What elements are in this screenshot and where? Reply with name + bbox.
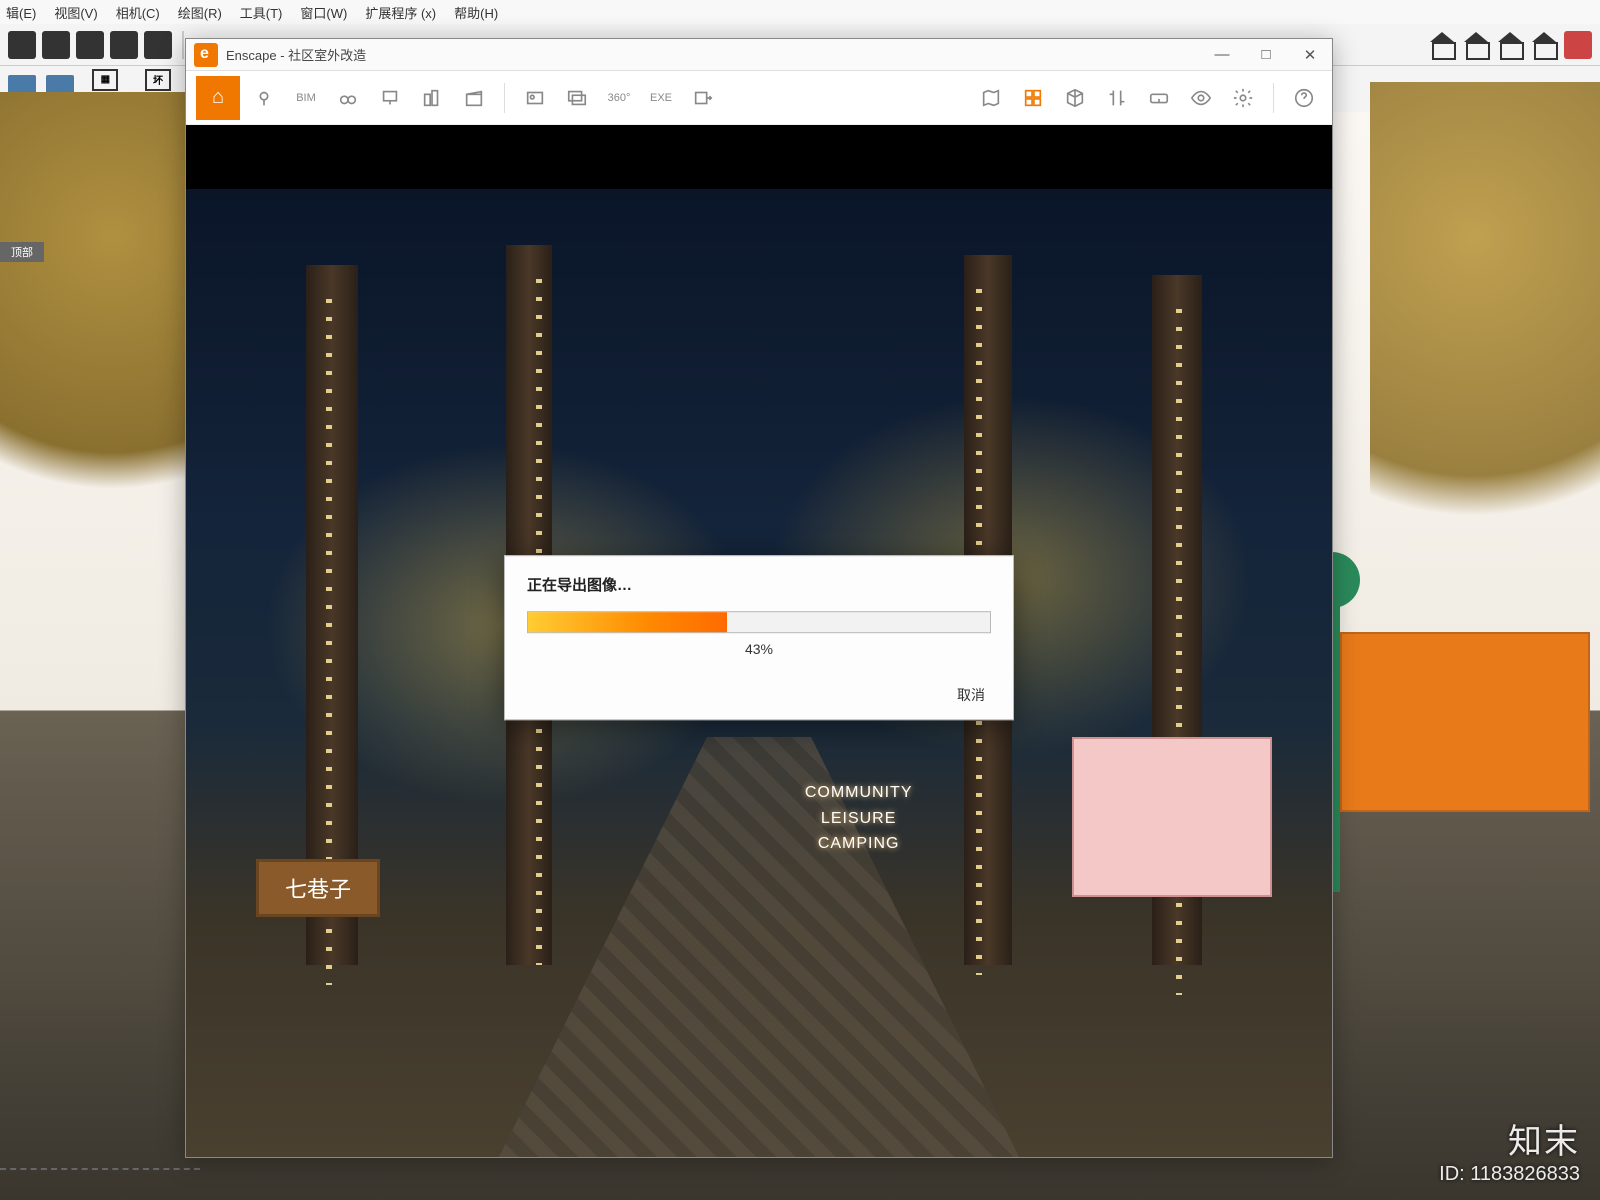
help-icon[interactable] bbox=[1286, 80, 1322, 116]
asset-library-icon[interactable] bbox=[1015, 80, 1051, 116]
exe-export-button[interactable]: EXE bbox=[643, 80, 679, 116]
sign-line: CAMPING bbox=[805, 831, 913, 857]
progress-bar bbox=[527, 611, 991, 633]
menu-help[interactable]: 帮助(H) bbox=[454, 3, 498, 22]
export-progress-dialog: 正在导出图像… 43% 取消 bbox=[504, 555, 1014, 720]
house-icon[interactable] bbox=[1496, 34, 1524, 56]
window-controls: — □ ✕ bbox=[1200, 39, 1332, 71]
panorama-button[interactable]: 360° bbox=[601, 80, 637, 116]
binoculars-icon[interactable] bbox=[330, 80, 366, 116]
toolbar-separator bbox=[1273, 83, 1274, 113]
minimize-button[interactable]: — bbox=[1200, 39, 1244, 71]
menu-tools[interactable]: 工具(T) bbox=[240, 3, 283, 22]
title-separator: - bbox=[277, 48, 289, 63]
menu-window[interactable]: 窗口(W) bbox=[300, 3, 347, 22]
eye-icon[interactable] bbox=[1183, 80, 1219, 116]
toolbar-separator bbox=[504, 83, 505, 113]
cube-icon[interactable] bbox=[1057, 80, 1093, 116]
kiosk-graphic bbox=[1072, 737, 1272, 897]
compare-icon[interactable] bbox=[1099, 80, 1135, 116]
image-export-icon[interactable] bbox=[517, 80, 553, 116]
toolbar-icon[interactable] bbox=[76, 31, 104, 59]
enscape-toolbar: ⌂ BIM 360° EXE bbox=[186, 71, 1332, 125]
tree-graphic bbox=[1370, 82, 1600, 602]
progress-fill bbox=[528, 612, 727, 632]
buildings-icon[interactable] bbox=[414, 80, 450, 116]
menu-camera[interactable]: 相机(C) bbox=[116, 3, 160, 22]
sign-line: COMMUNITY bbox=[805, 780, 913, 806]
watermark: 知末 ID: 1183826833 bbox=[1439, 1114, 1580, 1186]
watermark-brand: 知末 bbox=[1439, 1114, 1580, 1163]
tree-graphic bbox=[0, 92, 200, 572]
home-icon: ⌂ bbox=[212, 86, 224, 109]
maximize-button[interactable]: □ bbox=[1244, 39, 1288, 71]
vr-icon[interactable] bbox=[1141, 80, 1177, 116]
pin-icon[interactable] bbox=[246, 80, 282, 116]
export-arrow-icon[interactable] bbox=[685, 80, 721, 116]
clapboard-icon[interactable] bbox=[456, 80, 492, 116]
progress-percent-label: 43% bbox=[527, 641, 991, 657]
settings-icon[interactable] bbox=[1225, 80, 1261, 116]
enscape-window: Enscape - 社区室外改造 — □ ✕ ⌂ BIM 360° EXE bbox=[185, 38, 1333, 1158]
presentation-icon[interactable] bbox=[372, 80, 408, 116]
cancel-button[interactable]: 取消 bbox=[527, 685, 991, 705]
menu-edit[interactable]: 辑(E) bbox=[6, 3, 36, 22]
map-icon[interactable] bbox=[973, 80, 1009, 116]
enscape-viewport[interactable]: COMMUNITY LEISURE CAMPING 七巷子 正在导出图像… 43… bbox=[186, 125, 1332, 1157]
house-icon[interactable] bbox=[1530, 34, 1558, 56]
bim-button[interactable]: BIM bbox=[288, 80, 324, 116]
letterbox-bar bbox=[186, 125, 1332, 189]
menu-extensions[interactable]: 扩展程序 (x) bbox=[365, 3, 436, 22]
grid-icon: ▦ bbox=[92, 69, 118, 91]
sketchup-menubar: 辑(E) 视图(V) 相机(C) 绘图(R) 工具(T) 窗口(W) 扩展程序 … bbox=[0, 0, 1600, 24]
color-icon[interactable] bbox=[1564, 31, 1592, 59]
close-button[interactable]: ✕ bbox=[1288, 39, 1332, 71]
app-name: Enscape bbox=[226, 48, 277, 63]
toolbar-icon[interactable] bbox=[144, 31, 172, 59]
enscape-logo-icon bbox=[194, 43, 218, 67]
house-icon[interactable] bbox=[1428, 34, 1456, 56]
watermark-id: ID: 1183826833 bbox=[1439, 1163, 1580, 1186]
viewport-label: 顶部 bbox=[0, 242, 44, 262]
center-sign-text: COMMUNITY LEISURE CAMPING bbox=[805, 780, 913, 857]
menu-view[interactable]: 视图(V) bbox=[54, 3, 97, 22]
booth-graphic bbox=[1340, 632, 1590, 812]
batch-image-icon[interactable] bbox=[559, 80, 595, 116]
toolbar-icon[interactable] bbox=[110, 31, 138, 59]
toolbar-icon[interactable] bbox=[42, 31, 70, 59]
sign-line: LEISURE bbox=[805, 806, 913, 832]
toolbar-icon[interactable] bbox=[8, 31, 36, 59]
home-button[interactable]: ⌂ bbox=[196, 76, 240, 120]
scene-box-icon: 坏 bbox=[145, 69, 171, 91]
menu-draw[interactable]: 绘图(R) bbox=[178, 3, 222, 22]
wood-sign: 七巷子 bbox=[256, 859, 380, 917]
dashed-guide bbox=[0, 1168, 200, 1170]
dialog-title: 正在导出图像… bbox=[527, 574, 991, 595]
window-title: Enscape - 社区室外改造 bbox=[226, 45, 1200, 64]
enscape-titlebar[interactable]: Enscape - 社区室外改造 — □ ✕ bbox=[186, 39, 1332, 71]
project-name: 社区室外改造 bbox=[288, 48, 366, 63]
house-icon[interactable] bbox=[1462, 34, 1490, 56]
toolbar-separator bbox=[182, 31, 184, 59]
